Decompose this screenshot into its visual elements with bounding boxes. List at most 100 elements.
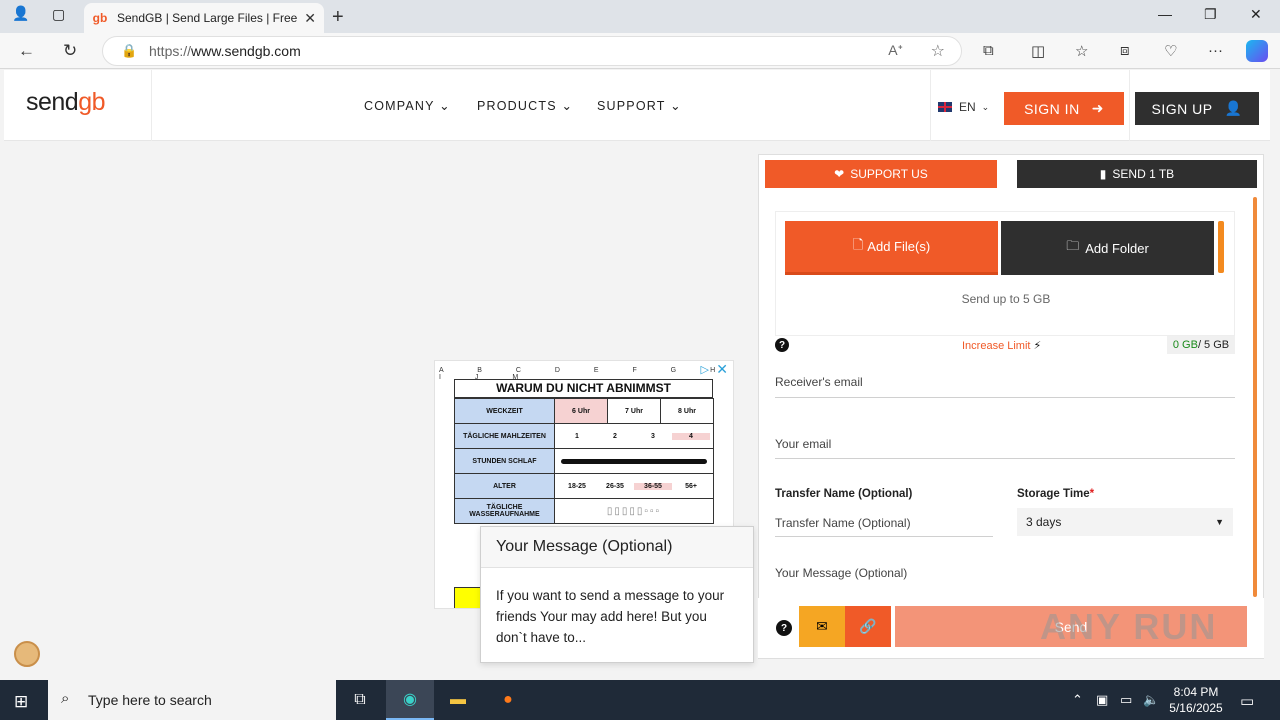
chevron-down-icon: ⌄ [561, 99, 574, 113]
transfer-name-input[interactable]: Transfer Name (Optional) [775, 516, 993, 537]
table-cell: 1 [575, 432, 579, 440]
browser-tab-bar: 👤 ▢ gb SendGB | Send Large Files | Free … [0, 0, 1280, 33]
close-tab-icon[interactable]: ✕ [304, 10, 316, 27]
extensions-icon[interactable]: ⧉ [983, 42, 994, 59]
collections-icon[interactable]: ⧈ [1120, 42, 1130, 59]
quota-total: / 5 GB [1197, 339, 1230, 351]
task-view-icon[interactable]: ⧉ [336, 680, 384, 720]
support-us-button[interactable]: ❤ SUPPORT US [765, 160, 997, 188]
address-bar-row: ← ↻ 🔒 https://www.sendgb.com Aᐩ ☆ ⧉ ◫ ☆ … [0, 33, 1280, 69]
device-icon[interactable]: ▣ [1096, 692, 1108, 708]
windows-start-icon[interactable]: ⊞ [14, 692, 28, 712]
heart-icon: ❤ [834, 167, 845, 181]
upload-dropzone[interactable]: 🗋 Add File(s) 🗀 Add Folder Send up to 5 GB [775, 211, 1235, 336]
panel-scrollbar[interactable] [1253, 197, 1257, 597]
sign-up-button[interactable]: SIGN UP 👤 [1135, 92, 1259, 125]
link-icon: 🔗 [859, 618, 877, 634]
notifications-icon[interactable]: ▭ [1240, 692, 1254, 710]
storage-time-select[interactable]: 3 days ▼ [1017, 508, 1233, 536]
copilot-icon[interactable] [1246, 40, 1268, 62]
menu-support[interactable]: SUPPORT ⌄ [597, 98, 682, 113]
restore-icon[interactable]: ❐ [1204, 6, 1217, 23]
help-icon[interactable]: ? [775, 338, 789, 352]
network-icon[interactable]: ▭ [1120, 692, 1132, 708]
add-files-label: Add File(s) [867, 239, 931, 254]
table-cell: 7 Uhr [607, 398, 661, 424]
storage-time-text: Storage Time [1017, 488, 1090, 500]
logo-accent: gb [78, 88, 106, 116]
logo-text: send [26, 88, 79, 116]
cookie-icon[interactable] [14, 641, 40, 667]
clock-date: 5/16/2025 [1169, 701, 1223, 715]
taskbar-clock[interactable]: 8:04 PM 5/16/2025 [1162, 684, 1230, 716]
table-cell: 18-25 [568, 482, 586, 490]
more-options-icon[interactable]: ··· [1208, 42, 1223, 59]
split-screen-icon[interactable]: ◫ [1031, 42, 1045, 60]
table-cell: TÄGLICHE WASSERAUFNAHME [454, 498, 555, 524]
site-header: sendgb COMPANY ⌄ PRODUCTS ⌄ SUPPORT ⌄ EN… [4, 70, 1270, 141]
tab-sendgb[interactable]: gb SendGB | Send Large Files | Free f ✕ [84, 3, 324, 33]
caret-down-icon: ▼ [1215, 517, 1224, 527]
edge-taskbar-icon[interactable]: ◉ [386, 680, 434, 720]
header-divider [1129, 70, 1130, 141]
url-prefix: https:// [149, 43, 192, 59]
table-cell: STUNDEN SCHLAF [454, 448, 555, 474]
sendgb-favicon-icon: gb [92, 11, 108, 25]
bolt-icon: ⚡ [1033, 340, 1042, 352]
add-folder-label: Add Folder [1085, 240, 1149, 256]
browser-essentials-icon[interactable]: ♡ [1164, 42, 1177, 60]
message-tooltip: Your Message (Optional) If you want to s… [480, 526, 754, 663]
support-us-label: SUPPORT US [850, 167, 928, 181]
chevron-down-icon: ⌄ [439, 99, 451, 113]
your-email-field[interactable]: Your email [775, 437, 1235, 459]
send-limit-text: Send up to 5 GB [961, 292, 1051, 306]
read-aloud-icon[interactable]: Aᐩ [888, 42, 903, 59]
menu-company[interactable]: COMPANY ⌄ [364, 98, 451, 113]
link-mode-button[interactable]: 🔗 [845, 606, 891, 647]
minimize-icon[interactable]: — [1158, 6, 1172, 22]
sign-in-arrow-icon: ➜ [1091, 100, 1104, 116]
sign-up-label: SIGN UP [1151, 100, 1213, 117]
refresh-icon[interactable]: ↻ [63, 41, 77, 61]
favorites-icon[interactable]: ☆ [1075, 42, 1088, 60]
logo-divider [151, 70, 152, 141]
file-explorer-icon[interactable]: ▬ [434, 680, 482, 720]
receivers-email-field[interactable]: Receiver's email [775, 375, 1235, 398]
email-mode-button[interactable]: ✉ [799, 606, 845, 647]
profile-icon[interactable]: 👤 [12, 5, 29, 22]
favorite-star-icon[interactable]: ☆ [931, 41, 945, 61]
chevron-down-icon: ⌄ [670, 99, 682, 113]
water-glasses-icon: ▯▯▯▯▯▫▫▫ [554, 498, 714, 524]
volume-icon[interactable]: 🔈 [1143, 692, 1159, 708]
table-cell: 18-25 26-35 36-55 56+ [554, 473, 714, 499]
add-files-button[interactable]: 🗋 Add File(s) [785, 221, 998, 275]
search-placeholder: Type here to search [88, 692, 212, 708]
send-1tb-button[interactable]: ▮ SEND 1 TB [1017, 160, 1257, 188]
language-selector[interactable]: EN ⌄ [938, 100, 989, 114]
url-field[interactable]: 🔒 https://www.sendgb.com Aᐩ ☆ [102, 36, 962, 66]
upload-progress-bar [1218, 221, 1224, 273]
increase-limit-label: Increase Limit [962, 340, 1031, 352]
close-window-icon[interactable]: ✕ [1250, 6, 1262, 23]
ad-close-icon[interactable]: ✕ [716, 361, 728, 378]
firefox-icon[interactable]: ● [484, 680, 532, 720]
taskbar-search-box[interactable]: ⌕ Type here to search [48, 680, 336, 720]
storage-time-label: Storage Time* [1017, 488, 1094, 500]
help-icon[interactable]: ? [776, 620, 792, 636]
message-field[interactable]: Your Message (Optional) [775, 566, 1235, 588]
table-cell: 1 2 3 4 [554, 423, 714, 449]
back-icon[interactable]: ← [18, 41, 35, 61]
sign-in-button[interactable]: SIGN IN ➜ [1004, 92, 1124, 125]
show-hidden-icons-icon[interactable]: ⌃ [1072, 692, 1083, 708]
tab-actions-icon[interactable]: ▢ [52, 6, 65, 23]
table-cell: 2 [613, 432, 617, 440]
table-cell: 26-35 [606, 482, 624, 490]
sendgb-logo[interactable]: sendgb [26, 88, 106, 117]
menu-products[interactable]: PRODUCTS ⌄ [477, 98, 573, 113]
new-tab-icon[interactable]: + [332, 6, 344, 29]
ad-info-icon[interactable]: ▷ [701, 363, 709, 376]
menu-company-label: COMPANY [364, 99, 435, 113]
add-folder-icon: 🗀 [1066, 238, 1080, 253]
increase-limit-link[interactable]: Increase Limit ⚡ [962, 339, 1041, 352]
add-folder-button[interactable]: 🗀 Add Folder [1001, 221, 1214, 275]
